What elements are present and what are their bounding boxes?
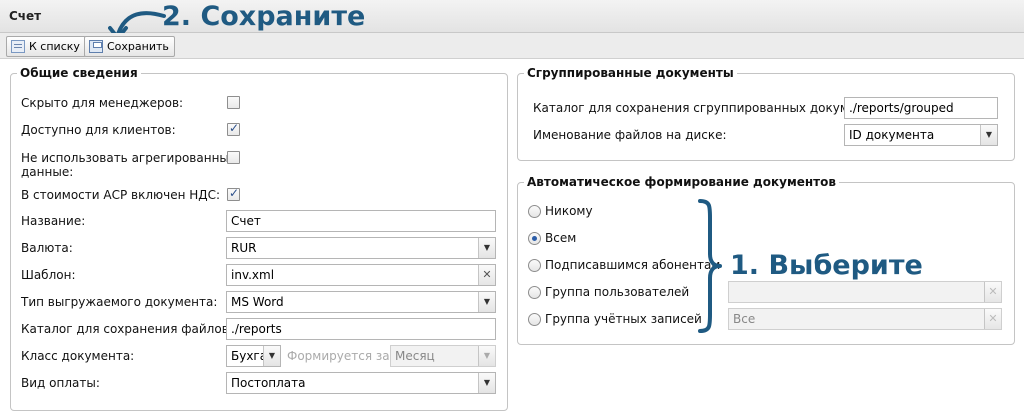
- radio-nobody-label: Никому: [545, 204, 593, 218]
- vat-included-checkbox[interactable]: [227, 186, 240, 201]
- hidden-for-managers-checkbox[interactable]: [227, 96, 240, 109]
- files-dir-label: Каталог для сохранения файлов:: [21, 322, 233, 336]
- vat-included-label: В стоимости АСР включен НДС:: [21, 188, 221, 202]
- payment-type-value: Постоплата: [231, 376, 306, 390]
- payment-type-select[interactable]: Постоплата ▼: [226, 372, 496, 394]
- radio-all-label: Всем: [545, 231, 577, 245]
- save-button[interactable]: Сохранить: [84, 36, 175, 57]
- callout-save: 2. Сохраните: [162, 1, 366, 32]
- currency-select[interactable]: RUR ▼: [226, 237, 496, 259]
- files-dir-value: ./reports: [231, 322, 282, 336]
- back-to-list-button[interactable]: К списку: [6, 36, 86, 57]
- radio-account-group-label: Группа учётных записей: [545, 312, 702, 326]
- list-arrow-icon: [11, 40, 25, 53]
- account-group-value: Все: [733, 312, 756, 326]
- radio-account-group[interactable]: [528, 313, 541, 326]
- no-aggregated-label-line1: Не использовать агрегированные: [21, 151, 237, 165]
- radio-subscribers[interactable]: [528, 259, 541, 272]
- doc-type-label: Тип выгружаемого документа:: [21, 295, 218, 309]
- radio-all[interactable]: [528, 232, 541, 245]
- formed-for-value: Месяц: [395, 349, 435, 363]
- doc-class-value: Бухга: [231, 349, 268, 363]
- name-label: Название:: [21, 214, 86, 228]
- no-aggregated-checkbox[interactable]: [227, 151, 240, 164]
- formed-for-label: Формируется за:: [287, 349, 394, 363]
- radio-nobody[interactable]: [528, 205, 541, 218]
- clear-x-icon[interactable]: ✕: [478, 265, 495, 285]
- chevron-down-icon[interactable]: ▼: [478, 346, 495, 366]
- no-aggregated-label-line2: данные:: [21, 165, 74, 179]
- account-group-input[interactable]: Все ✕: [728, 308, 1002, 330]
- general-info-legend: Общие сведения: [20, 66, 138, 80]
- window-title: Счет: [9, 9, 42, 23]
- radio-subscribers-label: Подписавшимся абонентам: [545, 258, 721, 272]
- available-for-clients-label: Доступно для клиентов:: [21, 123, 176, 137]
- grouped-dir-input[interactable]: ./reports/grouped: [844, 97, 998, 119]
- template-label: Шаблон:: [21, 268, 76, 282]
- doc-class-label: Класс документа:: [21, 349, 135, 363]
- auto-forming-legend: Автоматическое формирование документов: [527, 175, 836, 189]
- toolbar: К списку Сохранить: [0, 33, 1024, 59]
- user-group-input[interactable]: ✕: [728, 281, 1002, 303]
- clear-x-icon[interactable]: ✕: [984, 309, 1001, 329]
- chevron-down-icon[interactable]: ▼: [478, 238, 495, 258]
- name-value: Счет: [231, 214, 261, 228]
- chevron-down-icon[interactable]: ▼: [263, 346, 280, 366]
- right-brace-icon: [698, 199, 722, 333]
- chevron-down-icon[interactable]: ▼: [478, 373, 495, 393]
- template-value: inv.xml: [231, 268, 275, 282]
- formed-for-select[interactable]: Месяц ▼: [390, 345, 496, 367]
- template-input[interactable]: inv.xml ✕: [226, 264, 496, 286]
- naming-select[interactable]: ID документа ▼: [844, 124, 998, 146]
- floppy-disk-icon: [89, 40, 103, 53]
- grouped-dir-value: ./reports/grouped: [849, 101, 954, 115]
- radio-user-group[interactable]: [528, 286, 541, 299]
- chevron-down-icon[interactable]: ▼: [478, 292, 495, 312]
- name-input[interactable]: Счет: [226, 210, 496, 232]
- callout-choose: 1. Выберите: [730, 250, 923, 281]
- currency-value: RUR: [231, 241, 257, 255]
- back-to-list-label: К списку: [29, 40, 80, 53]
- files-dir-input[interactable]: ./reports: [226, 318, 496, 340]
- chevron-down-icon[interactable]: ▼: [980, 125, 997, 145]
- doc-class-select[interactable]: Бухга ▼: [226, 345, 281, 367]
- grouped-dir-label: Каталог для сохранения сгруппированных д…: [533, 101, 890, 115]
- doc-type-select[interactable]: MS Word ▼: [226, 291, 496, 313]
- currency-label: Валюта:: [21, 241, 73, 255]
- grouped-docs-legend: Сгруппированные документы: [527, 66, 734, 80]
- naming-value: ID документа: [849, 128, 935, 142]
- doc-type-value: MS Word: [231, 295, 284, 309]
- naming-label: Именование файлов на диске:: [533, 128, 727, 142]
- payment-type-label: Вид оплаты:: [21, 376, 100, 390]
- hidden-for-managers-label: Скрыто для менеджеров:: [21, 96, 184, 110]
- radio-user-group-label: Группа пользователей: [545, 285, 690, 299]
- save-label: Сохранить: [107, 40, 169, 53]
- clear-x-icon[interactable]: ✕: [984, 282, 1001, 302]
- available-for-clients-checkbox[interactable]: [227, 121, 240, 136]
